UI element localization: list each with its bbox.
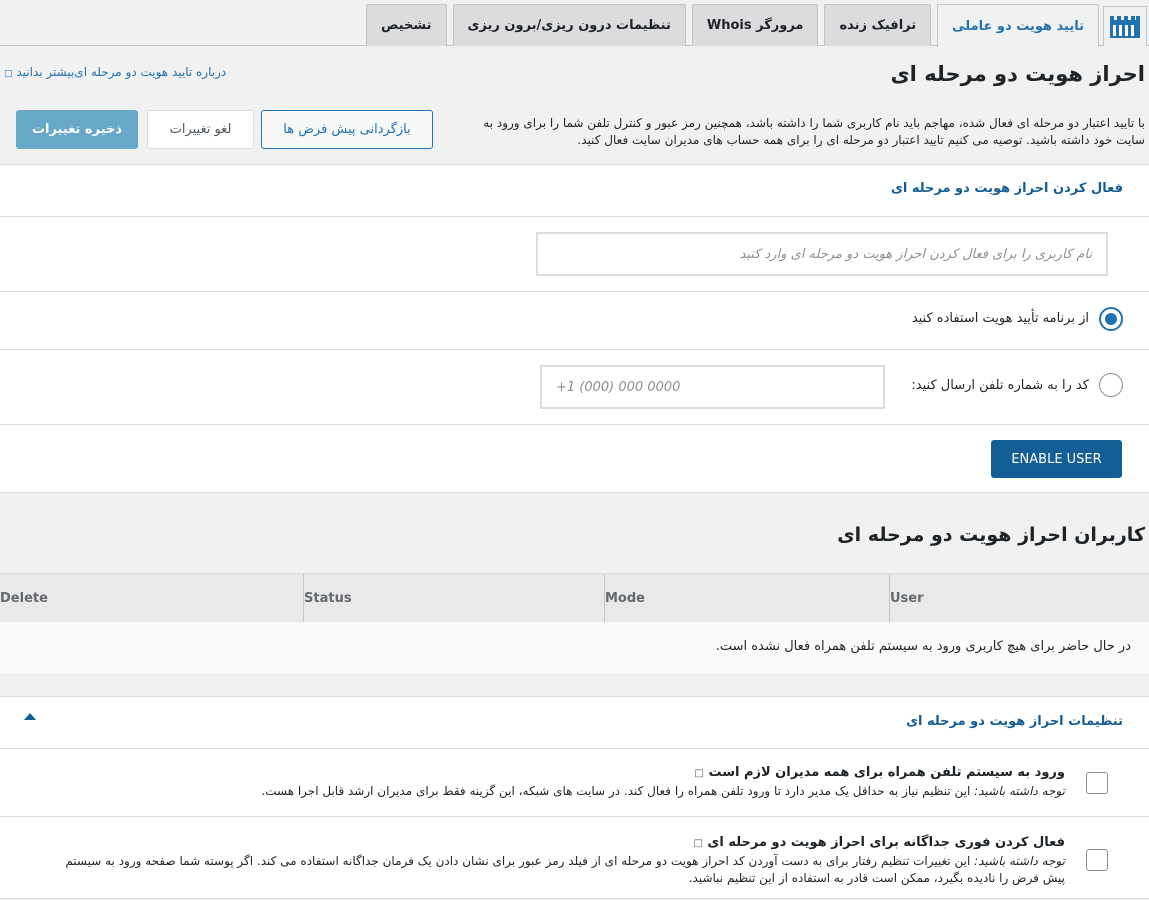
- tabs: تایید هویت دو عاملی ترافیک زنده مرورگر W…: [365, 4, 1099, 47]
- users-empty-row: در حال حاضر برای هیچ کاربری ورود به سیست…: [0, 622, 1149, 673]
- settings-header-row[interactable]: تنظیمات احراز هویت دو مرحله ای: [0, 697, 1149, 749]
- tab-two-factor[interactable]: تایید هویت دو عاملی: [937, 4, 1099, 47]
- setting-title: فعال کردن فوری جداگانه برای احراز هویت د…: [693, 835, 1065, 850]
- tab-diagnostics[interactable]: تشخیص: [365, 4, 447, 46]
- learn-more-link[interactable]: درباره تایید هویت دو مرحله ای‌بیشتر بدان…: [4, 65, 226, 79]
- setting-row: فعال کردن فوری جداگانه برای احراز هویت د…: [0, 817, 1149, 900]
- auth-app-row[interactable]: از برنامه تأیید هویت استفاده کنید: [0, 292, 1149, 350]
- tab-live-traffic[interactable]: ترافیک زنده: [824, 4, 932, 46]
- cancel-changes-button[interactable]: لغو تغییرات: [147, 110, 254, 149]
- username-input[interactable]: نام کاربری را برای فعال کردن احراز هویت …: [536, 232, 1108, 276]
- require-admins-checkbox[interactable]: [1086, 772, 1108, 794]
- auth-app-label: از برنامه تأیید هویت استفاده کنید: [911, 311, 1089, 326]
- save-changes-button[interactable]: ذخیره تغییرات: [16, 110, 138, 149]
- setting-title-text: فعال کردن فوری جداگانه برای احراز هویت د…: [707, 835, 1065, 850]
- note-text: این تغییرات تنظیم رفتار برای به دست آورد…: [65, 854, 1065, 885]
- help-icon[interactable]: □: [694, 768, 703, 779]
- enable-2fa-panel: فعال کردن احراز هویت دو مرحله ای نام کار…: [0, 164, 1149, 493]
- column-status[interactable]: Status: [303, 574, 604, 623]
- restore-defaults-button[interactable]: بازگردانی پیش فرض ها: [261, 110, 433, 149]
- setting-title-text: ورود به سیستم تلفن همراه برای همه مدیران…: [708, 765, 1065, 780]
- phone-input[interactable]: +1 (000) 000 0000: [540, 365, 885, 409]
- username-row: نام کاربری را برای فعال کردن احراز هویت …: [0, 217, 1149, 292]
- note-label: توجه داشته باشید:: [974, 784, 1065, 798]
- setting-description: توجه داشته باشید: این تغییرات تنظیم رفتا…: [45, 853, 1065, 887]
- sms-radio[interactable]: [1099, 373, 1123, 397]
- enable-section-title: فعال کردن احراز هویت دو مرحله ای: [890, 181, 1123, 196]
- setting-title: ورود به سیستم تلفن همراه برای همه مدیران…: [694, 765, 1065, 780]
- plugin-logo-tab[interactable]: [1103, 6, 1147, 46]
- page-title: احراز هویت دو مرحله ای: [890, 62, 1145, 86]
- tab-bar: تایید هویت دو عاملی ترافیک زنده مرورگر W…: [0, 0, 1149, 47]
- column-user[interactable]: User: [889, 574, 1149, 623]
- users-empty-text: در حال حاضر برای هیچ کاربری ورود به سیست…: [715, 639, 1131, 654]
- sms-row[interactable]: کد را به شماره تلفن ارسال کنید: +1 (000)…: [0, 350, 1149, 425]
- intro-text: با تایید اعتبار دو مرحله ای فعال شده، مه…: [483, 116, 1145, 147]
- settings-section-title: تنظیمات احراز هویت دو مرحله ای: [906, 714, 1123, 729]
- enable-header-row: فعال کردن احراز هویت دو مرحله ای: [0, 165, 1149, 217]
- external-link-icon: □: [4, 69, 13, 79]
- auth-app-radio[interactable]: [1099, 307, 1123, 331]
- help-icon[interactable]: □: [693, 838, 702, 849]
- note-text: این تنظیم نیاز به حداقل یک مدیر دارد تا …: [261, 784, 971, 798]
- note-label: توجه داشته باشید:: [974, 854, 1065, 868]
- tab-import-export[interactable]: تنظیمات درون ریزی/برون ریزی: [452, 4, 686, 46]
- separate-prompt-checkbox[interactable]: [1086, 849, 1108, 871]
- column-mode[interactable]: Mode: [604, 574, 889, 623]
- learn-more-text: درباره تایید هویت دو مرحله ای‌بیشتر بدان…: [16, 65, 227, 79]
- users-table-header: User Mode Status Delete: [0, 573, 1149, 623]
- setting-row: ورود به سیستم تلفن همراه برای همه مدیران…: [0, 749, 1149, 817]
- setting-description: توجه داشته باشید: این تنظیم نیاز به حداق…: [65, 783, 1065, 800]
- users-section-title: کاربران احراز هویت دو مرحله ای: [837, 524, 1145, 546]
- castle-logo-icon: [1110, 15, 1140, 38]
- tab-whois-lookup[interactable]: مرورگر Whois: [691, 4, 819, 46]
- collapse-caret-icon[interactable]: [24, 713, 36, 720]
- enable-user-button[interactable]: ENABLE USER: [991, 440, 1122, 478]
- sms-label: کد را به شماره تلفن ارسال کنید:: [911, 378, 1089, 393]
- column-delete[interactable]: Delete: [0, 574, 303, 623]
- settings-panel: تنظیمات احراز هویت دو مرحله ای ورود به س…: [0, 696, 1149, 899]
